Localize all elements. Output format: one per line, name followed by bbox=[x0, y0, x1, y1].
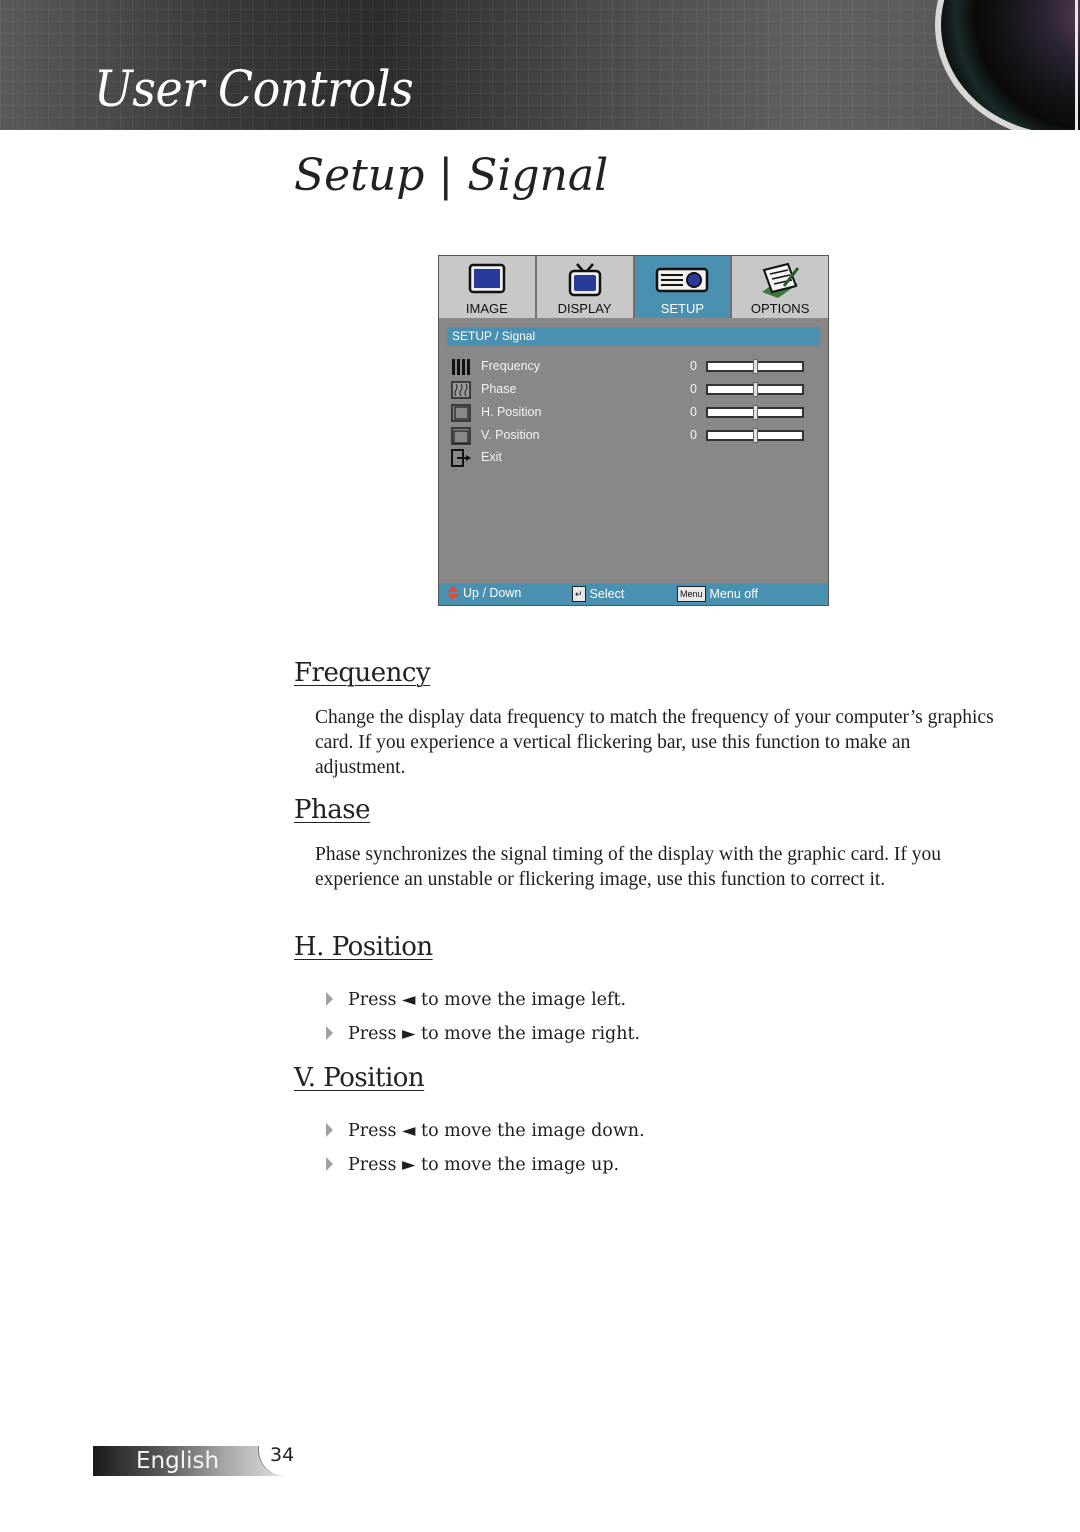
page-title-separator: | bbox=[438, 150, 454, 201]
bullet-arrow-icon bbox=[326, 1026, 333, 1040]
h-position-slider[interactable] bbox=[706, 405, 804, 420]
notepad-icon bbox=[762, 262, 800, 298]
bullet-text: Press ◄ to move the image left. bbox=[348, 990, 627, 1010]
v-position-slider[interactable] bbox=[706, 428, 804, 443]
h-position-icon bbox=[451, 404, 471, 422]
help-updown-label: Up / Down bbox=[463, 586, 522, 600]
help-select: ↵ Select bbox=[572, 586, 624, 602]
page-title: Setup | Signal bbox=[294, 150, 608, 201]
osd-menu: IMAGE DISPLAY SETUP OPTIONS SETUP / Sign… bbox=[438, 255, 829, 606]
list-item: Press ► to move the image up. bbox=[326, 1155, 619, 1175]
projector-icon bbox=[656, 267, 709, 293]
bullet-text: Press ► to move the image right. bbox=[348, 1024, 641, 1044]
bullet-text: Press ► to move the image up. bbox=[348, 1155, 620, 1175]
phase-slider[interactable] bbox=[706, 382, 804, 397]
page-title-setup: Setup bbox=[294, 150, 425, 201]
menu-item-h-position[interactable]: H. Position 0 bbox=[451, 402, 811, 424]
tab-image[interactable]: IMAGE bbox=[439, 256, 537, 318]
frequency-icon bbox=[452, 359, 470, 375]
list-item: Press ► to move the image right. bbox=[326, 1024, 640, 1044]
bullet-text: Press ◄ to move the image down. bbox=[348, 1121, 645, 1141]
slider-thumb[interactable] bbox=[752, 405, 758, 420]
help-updown: Up / Down bbox=[447, 586, 521, 600]
heading-frequency: Frequency bbox=[294, 658, 431, 688]
tab-label: DISPLAY bbox=[557, 301, 612, 316]
menu-item-value: 0 bbox=[690, 359, 697, 373]
menu-item-label: Exit bbox=[481, 450, 502, 464]
osd-tabs: IMAGE DISPLAY SETUP OPTIONS bbox=[439, 256, 828, 318]
projector-lens-image bbox=[935, 0, 1080, 130]
menu-item-label: Frequency bbox=[481, 359, 541, 373]
osd-help-bar: Up / Down ↵ Select Menu Menu off bbox=[439, 583, 828, 605]
bullet-arrow-icon bbox=[326, 992, 333, 1006]
menu-item-value: 0 bbox=[690, 382, 697, 396]
enter-key-icon: ↵ bbox=[572, 586, 586, 602]
header-banner: User Controls bbox=[0, 0, 1080, 130]
list-item: Press ◄ to move the image left. bbox=[326, 990, 626, 1010]
monitor-icon bbox=[468, 263, 506, 294]
page-title-signal: Signal bbox=[467, 150, 609, 201]
bullet-arrow-icon bbox=[326, 1157, 333, 1171]
page-number: 34 bbox=[270, 1444, 295, 1466]
language-label: English bbox=[136, 1448, 220, 1474]
tab-label: OPTIONS bbox=[750, 301, 810, 316]
slider-thumb[interactable] bbox=[752, 428, 758, 443]
frequency-slider[interactable] bbox=[706, 359, 804, 374]
heading-phase: Phase bbox=[294, 795, 370, 825]
phase-description: Phase synchronizes the signal timing of … bbox=[315, 844, 942, 890]
up-down-arrows-icon bbox=[447, 586, 459, 600]
list-item: Press ◄ to move the image down. bbox=[326, 1121, 645, 1141]
menu-key-icon: Menu bbox=[677, 586, 706, 602]
frequency-description: Change the display data frequency to mat… bbox=[315, 707, 994, 778]
menu-item-frequency[interactable]: Frequency 0 bbox=[451, 356, 811, 378]
menu-item-value: 0 bbox=[690, 405, 697, 419]
help-select-label: Select bbox=[589, 587, 625, 601]
menu-item-label: Phase bbox=[481, 382, 517, 396]
tab-display[interactable]: DISPLAY bbox=[536, 256, 635, 318]
heading-v-position: V. Position bbox=[294, 1063, 425, 1093]
slider-thumb[interactable] bbox=[752, 382, 758, 397]
phase-icon bbox=[451, 381, 471, 399]
help-menu-off-label: Menu off bbox=[709, 587, 758, 601]
menu-item-phase[interactable]: Phase 0 bbox=[451, 379, 811, 401]
tab-options[interactable]: OPTIONS bbox=[732, 256, 828, 318]
banner-edge bbox=[1075, 0, 1078, 130]
bullet-arrow-icon bbox=[326, 1123, 333, 1137]
tab-label: SETUP bbox=[660, 301, 705, 316]
slider-thumb[interactable] bbox=[752, 359, 758, 374]
heading-h-position: H. Position bbox=[294, 932, 433, 962]
menu-item-value: 0 bbox=[690, 428, 697, 442]
tv-icon bbox=[568, 263, 601, 297]
osd-breadcrumb: SETUP / Signal bbox=[447, 327, 820, 346]
exit-icon bbox=[451, 449, 471, 467]
tab-label: IMAGE bbox=[465, 301, 508, 316]
tab-setup[interactable]: SETUP bbox=[634, 256, 733, 318]
menu-item-exit[interactable]: Exit bbox=[451, 447, 811, 469]
help-menu-off: Menu Menu off bbox=[677, 586, 758, 602]
menu-item-v-position[interactable]: V. Position 0 bbox=[451, 425, 811, 447]
menu-item-label: V. Position bbox=[481, 428, 540, 442]
section-title: User Controls bbox=[94, 60, 414, 118]
v-position-icon bbox=[451, 427, 471, 445]
menu-item-label: H. Position bbox=[481, 405, 542, 419]
